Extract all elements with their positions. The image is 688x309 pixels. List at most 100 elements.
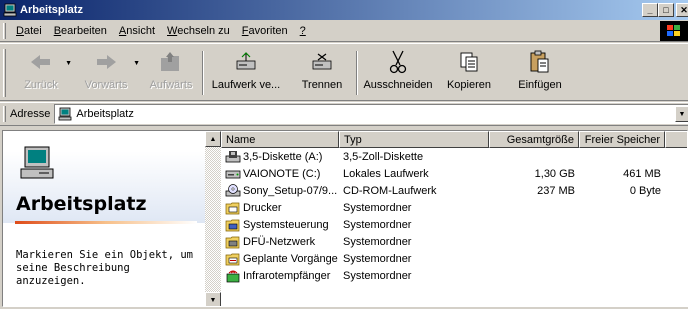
item-type: Systemordner [343, 252, 412, 265]
menu-label: nsicht [126, 24, 156, 37]
close-button[interactable]: ✕ [676, 3, 688, 17]
list-item[interactable]: Sony_Setup-07/9... CD-ROM-Laufwerk 237 M… [221, 182, 687, 199]
back-button[interactable]: Zurück ▼ [10, 44, 72, 100]
disconnect-label: Trennen [301, 79, 343, 91]
address-label: Adresse [10, 108, 51, 120]
item-type: Systemordner [343, 218, 412, 231]
menu-help[interactable]: ? [294, 25, 312, 37]
scroll-up-button[interactable]: ▲ [205, 131, 221, 147]
column-header-empty[interactable] [665, 131, 687, 148]
pane-title: Arbeitsplatz [16, 193, 147, 215]
address-bar: Adresse Arbeitsplatz ▼ [0, 102, 688, 126]
title-bar[interactable]: Arbeitsplatz _ □ ✕ [0, 0, 688, 20]
item-type: Systemordner [343, 269, 412, 282]
back-label: Zurück [24, 79, 58, 91]
list-item[interactable]: 3,5-Diskette (A:) 3,5-Zoll-Diskette [221, 148, 687, 165]
menu-wechseln-zu[interactable]: Wechseln zu [161, 25, 236, 37]
paste-clipboard-icon [530, 50, 549, 73]
forward-label: Vorwärts [84, 79, 128, 91]
item-free: 0 Byte [629, 184, 661, 197]
address-input[interactable]: Arbeitsplatz ▼ [54, 104, 688, 124]
item-total: 1,30 GB [534, 167, 575, 180]
copy-button[interactable]: Kopieren [438, 44, 500, 100]
content-area: Arbeitsplatz Markieren Sie ein Objekt, u… [2, 130, 688, 307]
list-item[interactable]: Geplante Vorgänge Systemordner [221, 250, 687, 267]
maximize-button[interactable]: □ [658, 3, 674, 17]
list-item[interactable]: VAIONOTE (C:) Lokales Laufwerk 1,30 GB 4… [221, 165, 687, 182]
column-header-free-space[interactable]: Freier Speicher [579, 131, 665, 148]
pane-description: Markieren Sie ein Objekt, um seine Besch… [16, 249, 194, 287]
floppy-drive-icon [225, 150, 241, 162]
up-label: Aufwärts [149, 79, 193, 91]
copy-icon [460, 52, 478, 72]
cut-label: Ausschneiden [363, 79, 433, 91]
back-dropdown-icon[interactable]: ▼ [65, 60, 72, 67]
address-dropdown-button[interactable]: ▼ [675, 106, 688, 122]
disconnect-drive-icon [312, 53, 332, 70]
item-name: DFÜ-Netzwerk [243, 235, 316, 248]
column-header-name[interactable]: Name [221, 131, 339, 148]
list-item[interactable]: Systemsteuerung Systemordner [221, 216, 687, 233]
scroll-down-button[interactable]: ▼ [205, 292, 221, 306]
file-list: Name Typ Gesamtgröße Freier Speicher 3,5… [221, 131, 687, 306]
column-header-total-size[interactable]: Gesamtgröße [489, 131, 579, 148]
item-name: Infrarotempfänger [243, 269, 331, 282]
forward-button[interactable]: Vorwärts ▼ [72, 44, 140, 100]
item-free: 461 MB [623, 167, 661, 180]
item-name: Sony_Setup-07/9... [243, 184, 338, 197]
forward-dropdown-icon[interactable]: ▼ [133, 60, 140, 67]
menu-ansicht[interactable]: Ansicht [113, 25, 161, 37]
list-item[interactable]: Infrarotempfänger Systemordner [221, 267, 687, 284]
column-header-type[interactable]: Typ [339, 131, 489, 148]
item-name: Systemsteuerung [243, 218, 329, 231]
disconnect-button[interactable]: Trennen [288, 44, 356, 100]
menu-accel: W [167, 24, 178, 37]
item-type: Lokales Laufwerk [343, 167, 429, 180]
my-computer-icon [3, 3, 17, 17]
menu-bearbeiten[interactable]: Bearbeiten [48, 25, 113, 37]
list-item[interactable]: DFÜ-Netzwerk Systemordner [221, 233, 687, 250]
arrow-up-icon: ▲ [209, 135, 217, 143]
address-value: Arbeitsplatz [76, 108, 134, 120]
minimize-button[interactable]: _ [642, 3, 658, 17]
scheduled-tasks-folder-icon [225, 253, 240, 265]
cd-drive-icon [225, 183, 241, 196]
menu-bar: Datei Bearbeiten Ansicht Wechseln zu Fav… [0, 20, 688, 42]
menu-accel: F [241, 24, 249, 37]
close-icon: ✕ [680, 4, 688, 15]
pane-title-rule [15, 221, 197, 224]
up-folder-icon [161, 52, 179, 71]
item-type: Systemordner [343, 235, 412, 248]
menu-label: atei [23, 24, 42, 37]
my-computer-small-icon [58, 107, 72, 121]
list-item[interactable]: Drucker Systemordner [221, 199, 687, 216]
cut-button[interactable]: Ausschneiden [358, 44, 438, 100]
menu-label: earbeiten [61, 24, 107, 37]
control-panel-folder-icon [225, 219, 240, 231]
forward-arrow-icon [97, 55, 116, 69]
menu-label: echseln zu [177, 24, 230, 37]
menu-accel: D [16, 24, 24, 37]
vertical-scrollbar[interactable]: ▲ ▼ [205, 131, 221, 306]
arrow-down-icon: ▼ [209, 296, 217, 304]
menu-datei[interactable]: Datei [10, 25, 48, 37]
window-title: Arbeitsplatz [20, 4, 83, 16]
list-header: Name Typ Gesamtgröße Freier Speicher [221, 131, 687, 148]
addressbar-grip[interactable] [3, 106, 6, 122]
item-name: 3,5-Diskette (A:) [243, 150, 323, 163]
menubar-grip[interactable] [3, 22, 6, 39]
printers-folder-icon [225, 202, 240, 214]
up-button[interactable]: Aufwärts [140, 44, 202, 100]
menu-label: avoriten [248, 24, 288, 37]
map-drive-button[interactable]: Laufwerk ve... [204, 44, 288, 100]
menu-accel: ? [299, 24, 306, 37]
infrared-icon [226, 270, 240, 282]
web-view-pane: Arbeitsplatz Markieren Sie ein Objekt, u… [3, 131, 205, 306]
map-drive-label: Laufwerk ve... [211, 79, 281, 91]
toolbar-grip[interactable] [3, 49, 6, 97]
menu-favoriten[interactable]: Favoriten [236, 25, 294, 37]
item-type: 3,5-Zoll-Diskette [343, 150, 424, 163]
item-type: CD-ROM-Laufwerk [343, 184, 437, 197]
copy-label: Kopieren [446, 79, 492, 91]
paste-button[interactable]: Einfügen [500, 44, 580, 100]
